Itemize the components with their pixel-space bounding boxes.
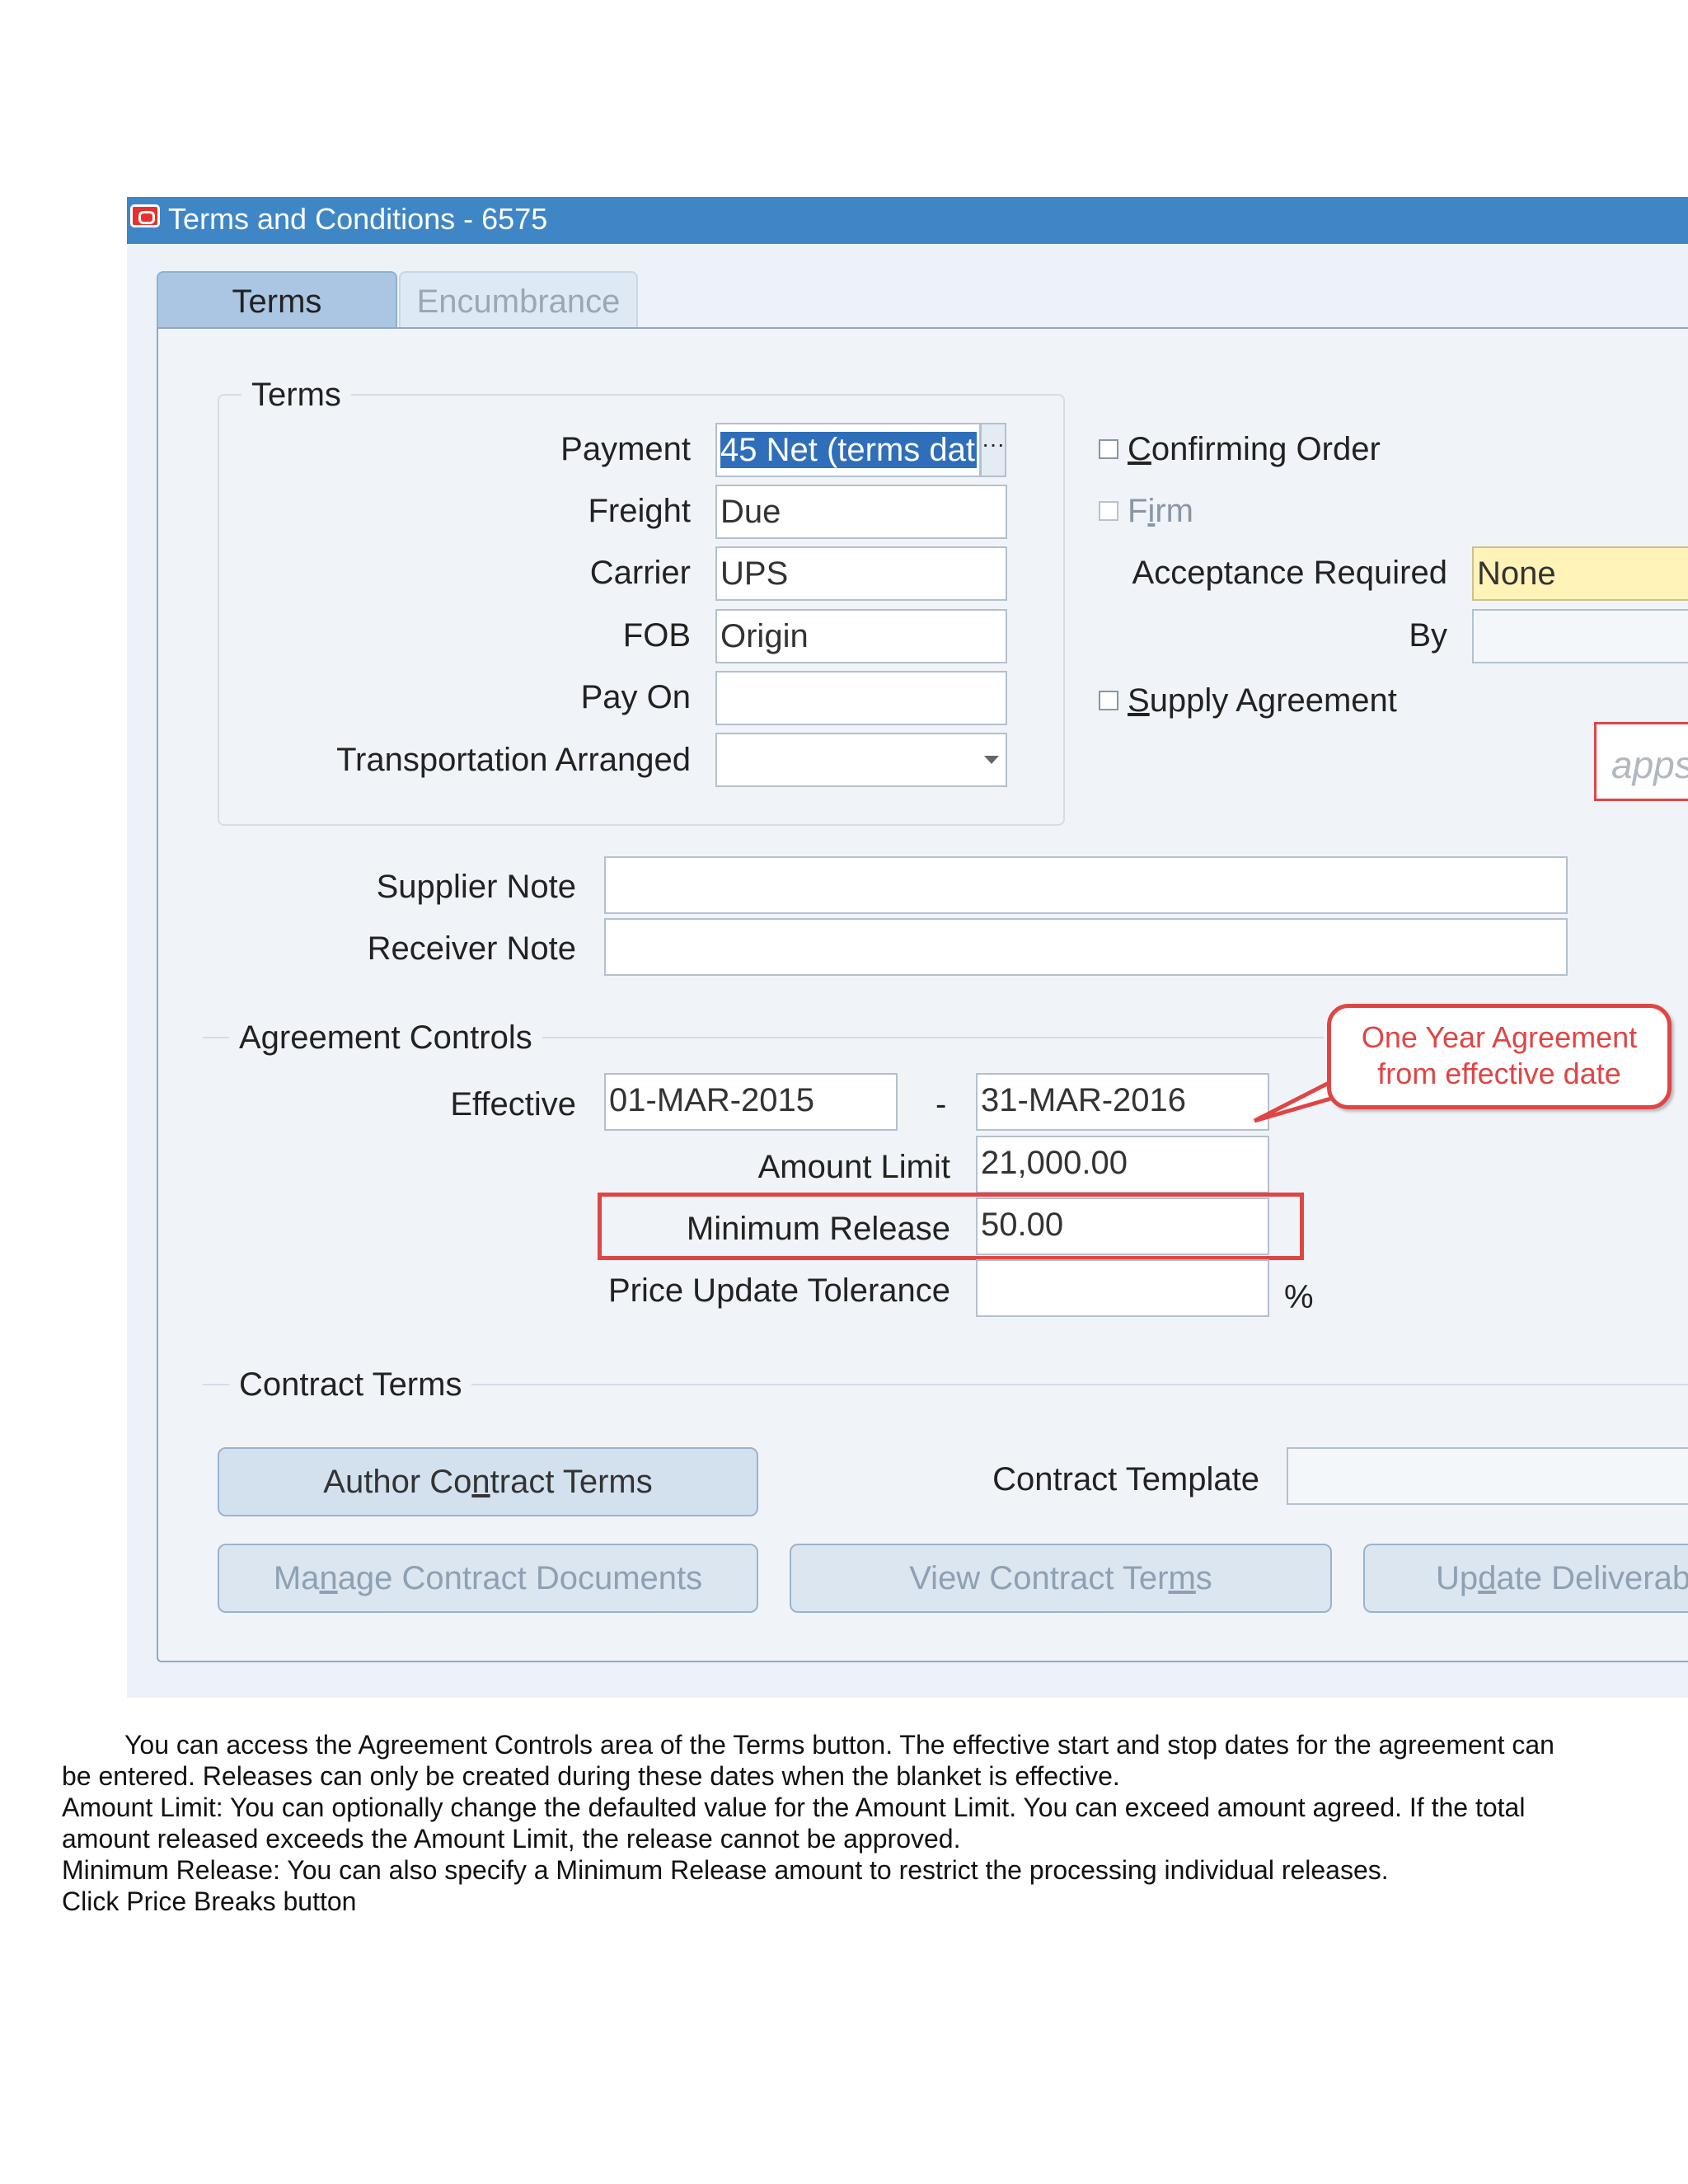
pay-on-label: Pay On — [580, 679, 691, 715]
amount-limit-field[interactable]: 21,000.00 — [976, 1136, 1269, 1193]
view-contract-terms-button[interactable]: View Contract Terms — [790, 1544, 1332, 1613]
tab-encumbrance[interactable]: Encumbrance — [399, 271, 638, 329]
by-field[interactable] — [1472, 609, 1688, 663]
manage-contract-documents-button[interactable]: Manage Contract Documents — [218, 1544, 758, 1613]
transportation-arranged-select[interactable] — [715, 733, 1007, 787]
caption-line-3: Amount Limit: You can optionally change … — [62, 1793, 1526, 1822]
confirming-order-label[interactable]: Confirming Order — [1128, 431, 1381, 468]
carrier-field[interactable]: UPS — [715, 546, 1007, 601]
chevron-down-icon — [984, 756, 999, 764]
firm-checkbox — [1099, 501, 1118, 521]
annotation-line-2: from effective date — [1377, 1057, 1621, 1090]
contract-template-field[interactable] — [1287, 1447, 1688, 1505]
carrier-label: Carrier — [589, 555, 691, 591]
caption-paragraph-1: You can access the Agreement Controls ar… — [62, 1729, 1644, 1917]
contract-template-label: Contract Template — [992, 1461, 1259, 1497]
oracle-app-icon — [130, 204, 160, 227]
author-contract-terms-button[interactable]: Author Contract Terms — [218, 1447, 758, 1516]
fob-label: FOB — [622, 617, 691, 654]
acceptance-required-label: Acceptance Required — [1132, 555, 1447, 591]
receiver-note-field[interactable] — [604, 918, 1568, 976]
payment-lov-button[interactable]: ··· — [980, 423, 1006, 477]
contract-terms-label: Contract Terms — [229, 1366, 472, 1404]
freight-field[interactable]: Due — [715, 485, 1007, 539]
pay-on-field[interactable] — [715, 671, 1007, 725]
by-label: By — [1409, 617, 1447, 654]
supply-agreement-checkbox[interactable] — [1099, 691, 1118, 710]
apps-logo: apps — [1594, 722, 1688, 801]
annotation-line-1: One Year Agreement — [1361, 1020, 1638, 1054]
annotation-callout: One Year Agreement from effective date — [1327, 1004, 1672, 1109]
payment-label: Payment — [560, 431, 691, 467]
caption-line-5: Minimum Release: You can also specify a … — [62, 1855, 1389, 1885]
effective-date-separator: - — [935, 1086, 947, 1122]
supplier-note-field[interactable] — [604, 856, 1568, 914]
title-bar: Terms and Conditions - 6575 — [127, 197, 1688, 244]
transportation-arranged-label: Transportation Arranged — [336, 742, 691, 778]
supplier-note-label: Supplier Note — [376, 869, 576, 905]
payment-field[interactable]: 45 Net (terms dat — [715, 423, 981, 477]
amount-limit-label: Amount Limit — [757, 1149, 950, 1185]
fob-field[interactable]: Origin — [715, 609, 1007, 663]
effective-from-field[interactable]: 01-MAR-2015 — [604, 1073, 898, 1131]
update-deliverables-button[interactable]: Update Deliverab — [1363, 1544, 1688, 1613]
confirming-order-checkbox[interactable] — [1099, 439, 1118, 459]
terms-group-label: Terms — [241, 377, 351, 414]
price-update-tolerance-label: Price Update Tolerance — [607, 1272, 950, 1309]
effective-label: Effective — [450, 1086, 576, 1122]
effective-to-field[interactable]: 31-MAR-2016 — [976, 1073, 1269, 1131]
caption-line-4: amount released exceeds the Amount Limit… — [62, 1824, 961, 1854]
caption-line-6: Click Price Breaks button — [62, 1886, 357, 1916]
caption-line-2: be entered. Releases can only be created… — [62, 1761, 1120, 1791]
supply-agreement-label[interactable]: Supply Agreement — [1128, 682, 1397, 719]
tab-terms[interactable]: Terms — [157, 271, 397, 329]
price-update-tolerance-field[interactable] — [976, 1259, 1269, 1317]
receiver-note-label: Receiver Note — [367, 930, 576, 967]
acceptance-required-field[interactable]: None — [1472, 546, 1688, 601]
percent-unit: % — [1284, 1279, 1314, 1315]
freight-label: Freight — [588, 493, 692, 529]
caption-line-1: You can access the Agreement Controls ar… — [124, 1730, 1554, 1760]
firm-label: Firm — [1128, 493, 1193, 529]
agreement-controls-label: Agreement Controls — [229, 1019, 542, 1057]
window-title: Terms and Conditions - 6575 — [168, 202, 548, 236]
minimum-release-highlight — [598, 1193, 1304, 1260]
